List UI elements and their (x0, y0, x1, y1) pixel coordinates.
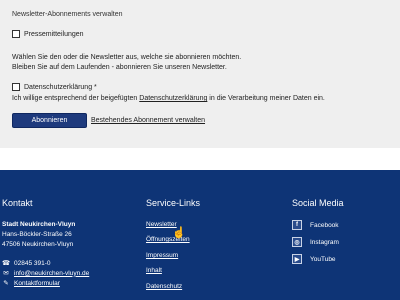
social-facebook[interactable]: f Facebook (292, 220, 339, 230)
privacy-checkbox[interactable] (12, 83, 20, 91)
phone-icon: ☎ (2, 260, 11, 267)
contact-form-link[interactable]: Kontaktformular (14, 280, 60, 287)
instagram-icon: ◎ (292, 237, 302, 247)
consent-after: in die Verarbeitung meiner Daten ein. (207, 95, 325, 102)
newsletter-info: Wählen Sie den oder die Newsletter aus, … (12, 53, 241, 73)
privacy-label: Datenschutzerklärung * (24, 83, 97, 91)
contact-street: Hans-Böckler-Straße 26 (2, 231, 72, 238)
contact-form[interactable]: ✎ Kontaktformular (2, 279, 60, 288)
social-instagram[interactable]: ◎ Instagram (292, 237, 339, 247)
service-link-privacy[interactable]: Datenschutz (146, 283, 182, 290)
facebook-icon: f (292, 220, 302, 230)
newsletter-form: Newsletter-Abonnements verwalten Pressem… (0, 0, 400, 148)
mail-icon: ✉ (3, 270, 9, 277)
section-title: Newsletter-Abonnements verwalten (12, 11, 123, 18)
service-link-content[interactable]: Inhalt (146, 267, 162, 274)
consent-text: Ich willige entsprechend der beigefügten… (12, 95, 325, 102)
phone-number: 02845 391-0 (14, 259, 51, 267)
privacy-policy-link[interactable]: Datenschutzerklärung (139, 95, 207, 102)
subscribe-button[interactable]: Abonnieren (12, 113, 87, 128)
manage-subscription-link[interactable]: Bestehendes Abonnement verwalten (91, 117, 205, 124)
instagram-label: Instagram (310, 238, 339, 246)
info-line-1: Wählen Sie den oder die Newsletter aus, … (12, 54, 242, 61)
pressemitteilungen-checkbox[interactable] (12, 30, 20, 38)
privacy-consent-row[interactable]: Datenschutzerklärung * (12, 83, 97, 91)
hand-cursor-icon: ☝ (172, 227, 186, 239)
consent-before: Ich willige entsprechend der beigefügten (12, 95, 140, 102)
service-heading: Service-Links (146, 198, 201, 208)
youtube-label: YouTube (310, 255, 336, 263)
email-link[interactable]: info@neukirchen-vluyn.de (14, 270, 89, 277)
social-youtube[interactable]: ▶ YouTube (292, 254, 336, 264)
social-heading: Social Media (292, 198, 344, 208)
pencil-icon: ✎ (3, 280, 9, 287)
newsletter-option-row[interactable]: Pressemitteilungen (12, 30, 84, 38)
newsletter-option-label: Pressemitteilungen (24, 30, 84, 38)
info-line-2: Bleiben Sie auf dem Laufenden - abonnier… (12, 64, 227, 71)
contact-heading: Kontakt (2, 198, 33, 208)
youtube-icon: ▶ (292, 254, 302, 264)
contact-phone: ☎ 02845 391-0 (2, 259, 51, 268)
facebook-label: Facebook (310, 221, 339, 229)
contact-name: Stadt Neukirchen-Vluyn (2, 221, 76, 228)
contact-city: 47506 Neukirchen-Vluyn (2, 241, 74, 248)
service-link-imprint[interactable]: Impressum (146, 252, 178, 259)
contact-email[interactable]: ✉ info@neukirchen-vluyn.de (2, 269, 89, 278)
